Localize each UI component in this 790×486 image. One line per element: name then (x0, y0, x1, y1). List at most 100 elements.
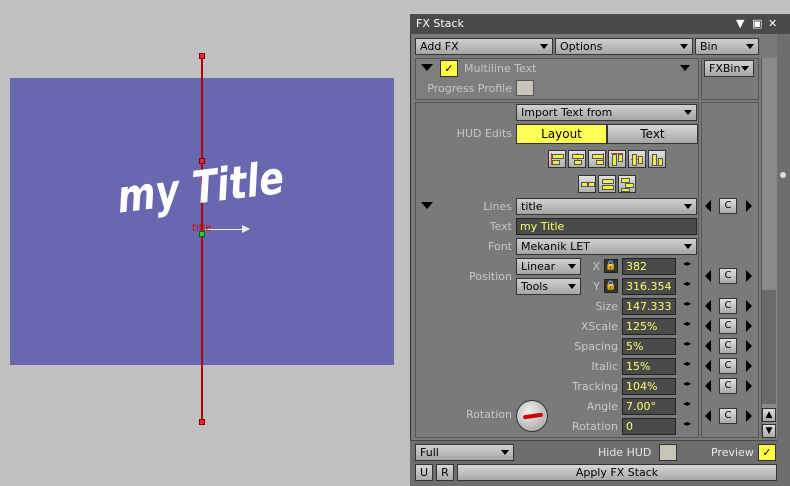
lock-icon[interactable]: 🔒 (604, 279, 618, 293)
progress-profile-swatch[interactable] (516, 80, 534, 96)
angle-field[interactable]: 7.00° (622, 398, 676, 415)
prev-keyframe-icon[interactable] (705, 380, 711, 392)
next-keyframe-icon[interactable] (746, 320, 752, 332)
position-mode-dropdown[interactable]: Linear (516, 258, 581, 275)
tab-layout[interactable]: Layout (516, 124, 607, 144)
chevron-down-icon (684, 244, 692, 249)
chevron-down-icon (501, 450, 509, 455)
next-keyframe-icon[interactable] (746, 380, 752, 392)
tracking-field[interactable]: 104% (622, 378, 676, 395)
text-label: Text (489, 220, 512, 233)
position-y-field[interactable]: 316.354 (622, 278, 676, 295)
tracking-c-button[interactable]: C (719, 378, 737, 394)
xscale-c-button[interactable]: C (719, 318, 737, 334)
size-stepper-icon[interactable]: ◂▸ (683, 300, 691, 313)
prev-keyframe-icon[interactable] (705, 300, 711, 312)
scrollbar-thumb[interactable] (762, 290, 776, 404)
y-stepper-icon[interactable]: ◂▸ (683, 280, 691, 293)
position-c-button[interactable]: C (719, 268, 737, 284)
size-field[interactable]: 147.333 (622, 298, 676, 315)
xscale-field[interactable]: 125% (622, 318, 676, 335)
distribute-stagger-icon[interactable] (618, 175, 636, 193)
position-x-field[interactable]: 382 (622, 258, 676, 275)
motion-path-line[interactable] (201, 56, 203, 422)
collapse-dot-icon[interactable] (780, 172, 786, 178)
options-dropdown[interactable]: Options (555, 38, 693, 55)
align-middle-icon[interactable] (628, 150, 646, 168)
size-c-button[interactable]: C (719, 298, 737, 314)
chevron-down-icon (684, 204, 692, 209)
text-input[interactable]: my Title (516, 218, 697, 235)
spacing-stepper-icon[interactable]: ◂▸ (683, 340, 691, 353)
lines-dropdown[interactable]: title (516, 198, 697, 215)
prev-keyframe-icon[interactable] (705, 360, 711, 372)
align-center-icon[interactable] (568, 150, 586, 168)
prev-keyframe-icon[interactable] (705, 320, 711, 332)
lines-c-button[interactable]: C (719, 198, 737, 214)
quality-dropdown[interactable]: Full (415, 444, 514, 461)
path-handle-top[interactable] (199, 53, 205, 59)
path-handle-bottom[interactable] (199, 419, 205, 425)
italic-label: Italic (591, 360, 618, 373)
close-icon[interactable]: ✕ (768, 17, 777, 30)
rotation-c-button[interactable]: C (719, 408, 737, 424)
align-left-icon[interactable] (548, 150, 566, 168)
next-keyframe-icon[interactable] (746, 300, 752, 312)
italic-c-button[interactable]: C (719, 358, 737, 374)
angle-stepper-icon[interactable]: ◂▸ (683, 400, 691, 413)
anchor-arrow-icon (242, 225, 250, 233)
hide-hud-checkbox[interactable] (659, 444, 677, 461)
panel-float-icon[interactable]: ▣ (752, 17, 762, 30)
spacing-c-button[interactable]: C (719, 338, 737, 354)
anchor-label: title (192, 223, 212, 234)
import-text-dropdown[interactable]: Import Text from (516, 104, 697, 121)
next-keyframe-icon[interactable] (746, 200, 752, 212)
r-button[interactable]: R (436, 464, 454, 481)
italic-field[interactable]: 15% (622, 358, 676, 375)
panel-menu-icon[interactable]: ▼ (736, 17, 744, 30)
position-tools-dropdown[interactable]: Tools (516, 278, 581, 295)
scroll-up-icon[interactable]: ▲ (762, 408, 776, 422)
next-keyframe-icon[interactable] (746, 410, 752, 422)
rotation-stepper-icon[interactable]: ◂▸ (683, 420, 691, 433)
font-dropdown[interactable]: Mekanik LET (516, 238, 697, 255)
x-stepper-icon[interactable]: ◂▸ (683, 260, 691, 273)
italic-stepper-icon[interactable]: ◂▸ (683, 360, 691, 373)
add-fx-dropdown[interactable]: Add FX (415, 38, 553, 55)
align-top-icon[interactable] (608, 150, 626, 168)
prev-keyframe-icon[interactable] (705, 410, 711, 422)
rotation-field[interactable]: 0 (622, 418, 676, 435)
next-keyframe-icon[interactable] (746, 360, 752, 372)
align-right-icon[interactable] (588, 150, 606, 168)
prev-keyframe-icon[interactable] (705, 340, 711, 352)
expand-triangle-icon[interactable] (421, 64, 433, 71)
effect-enable-checkbox[interactable]: ✓ (440, 60, 458, 77)
effect-menu-icon[interactable] (680, 65, 690, 71)
distribute-stack-icon[interactable] (598, 175, 616, 193)
tracking-stepper-icon[interactable]: ◂▸ (683, 380, 691, 393)
align-bottom-icon[interactable] (648, 150, 666, 168)
panel-title: FX Stack (416, 17, 464, 30)
apply-fx-stack-button[interactable]: Apply FX Stack (457, 464, 777, 481)
tracking-label: Tracking (572, 380, 618, 393)
tab-text[interactable]: Text (607, 124, 698, 144)
preview-checkbox[interactable]: ✓ (758, 444, 776, 461)
u-button[interactable]: U (415, 464, 433, 481)
preview-label: Preview (711, 446, 754, 459)
lock-icon[interactable]: 🔒 (604, 259, 618, 273)
bin-dropdown[interactable]: Bin (695, 38, 759, 55)
xscale-stepper-icon[interactable]: ◂▸ (683, 320, 691, 333)
panel-side-strip (777, 34, 790, 486)
next-keyframe-icon[interactable] (746, 270, 752, 282)
panel-titlebar[interactable]: FX Stack (410, 14, 790, 34)
fxbin-dropdown[interactable]: FXBin (704, 60, 754, 77)
prev-keyframe-icon[interactable] (705, 270, 711, 282)
scroll-down-icon[interactable]: ▼ (762, 424, 776, 438)
distribute-horizontal-icon[interactable] (578, 175, 596, 193)
spacing-field[interactable]: 5% (622, 338, 676, 355)
next-keyframe-icon[interactable] (746, 340, 752, 352)
chevron-down-icon (568, 264, 576, 269)
x-label: X (592, 260, 600, 273)
prev-keyframe-icon[interactable] (705, 200, 711, 212)
size-label: Size (595, 300, 618, 313)
